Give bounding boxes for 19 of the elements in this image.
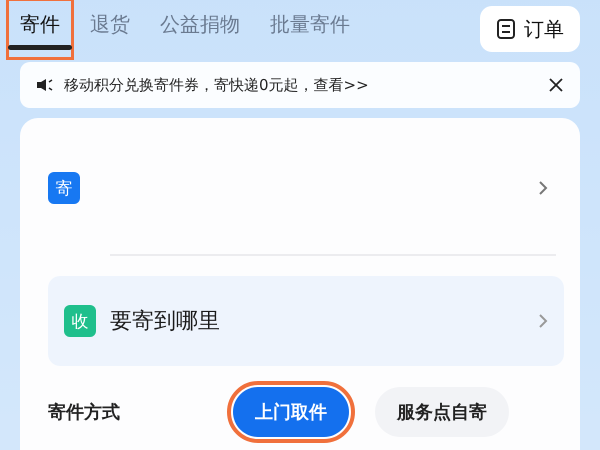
tab[interactable]: 寄件 [8, 0, 72, 58]
receiver-prompt: 要寄到哪里 [110, 308, 221, 336]
orders-button[interactable]: 订单 [480, 6, 580, 52]
close-icon[interactable] [548, 77, 564, 93]
receiver-row[interactable]: 收 要寄到哪里 [48, 276, 564, 366]
method-option[interactable]: 服务点自寄 [375, 387, 509, 437]
tab[interactable]: 公益捐物 [160, 0, 240, 58]
method-label: 寄件方式 [48, 401, 121, 424]
sender-badge: 寄 [48, 172, 80, 204]
chevron-icon [538, 180, 548, 196]
list-icon [496, 18, 516, 40]
tab[interactable]: 退货 [90, 0, 130, 58]
speaker-icon [36, 78, 54, 92]
sender-row[interactable]: 寄 [48, 118, 562, 206]
tab[interactable]: 批量寄件 [270, 0, 350, 58]
notice-text: 移动积分兑换寄件券，寄快递0元起，查看>> [64, 76, 370, 94]
method-option[interactable]: 上门取件 [233, 387, 349, 437]
receiver-badge: 收 [64, 305, 96, 337]
chevron-icon [538, 313, 548, 329]
